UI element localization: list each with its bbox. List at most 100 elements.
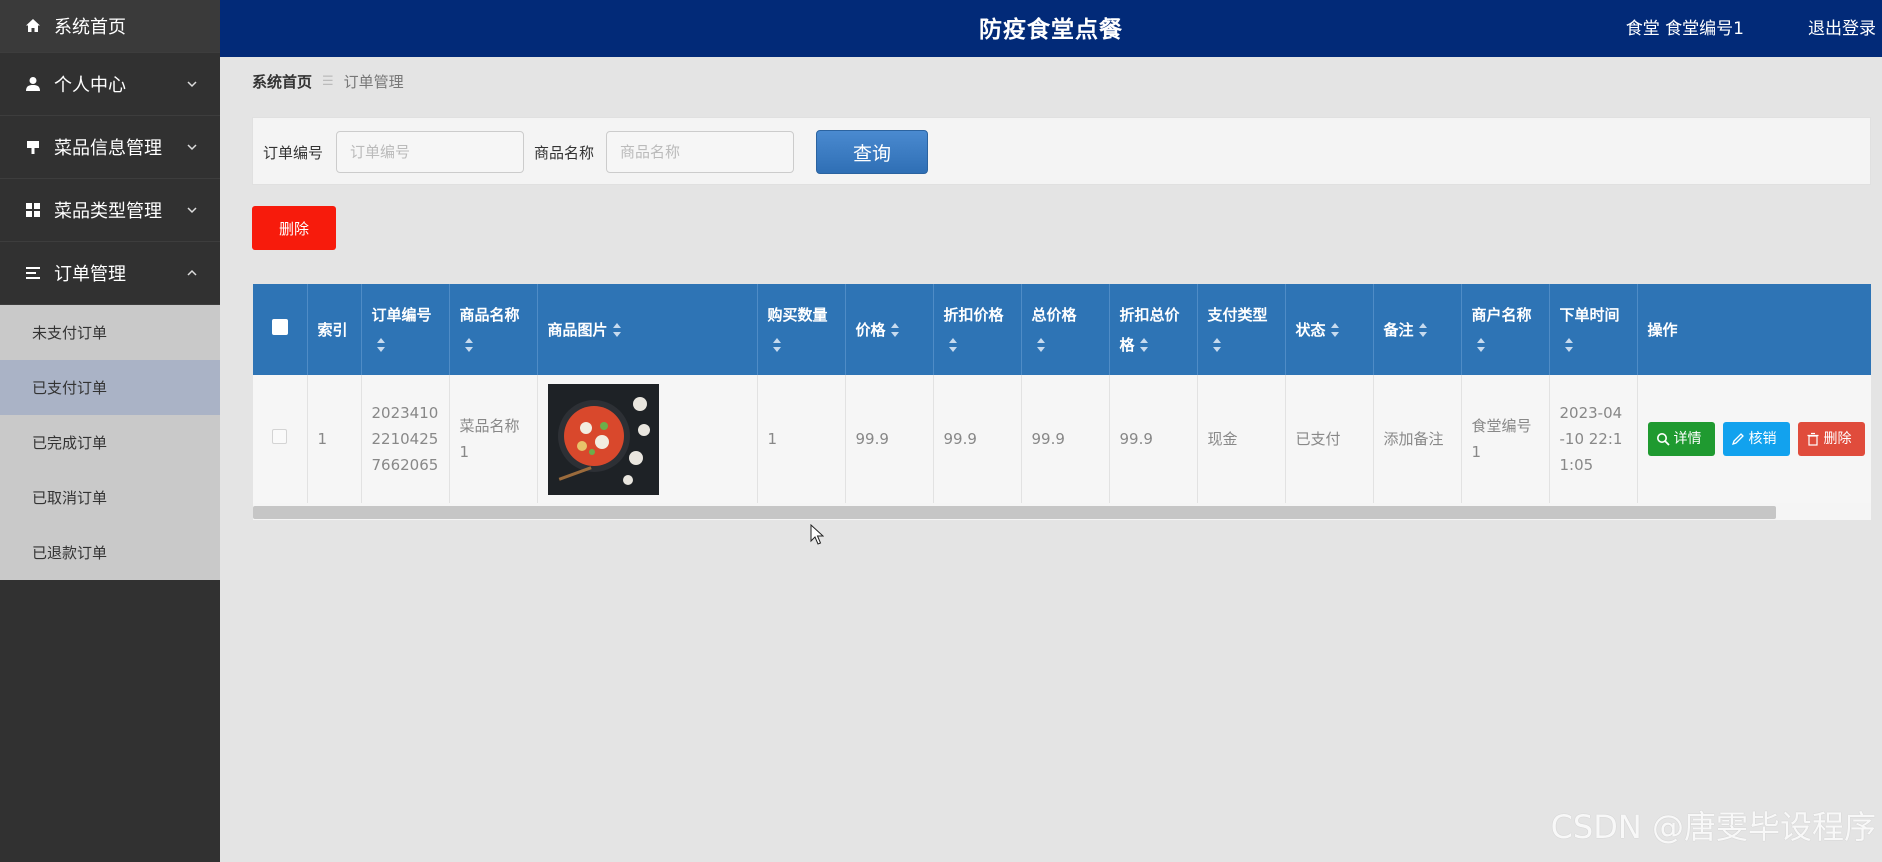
sidebar-item-dish-info[interactable]: 菜品信息管理 [0,116,220,179]
select-all-header[interactable] [253,284,308,375]
col-header-discount-price[interactable]: 折扣价格 [933,284,1022,375]
mouse-cursor-icon [810,524,824,545]
dish-photo [547,383,659,495]
orders-table: 索引 订单编号 商品名称 商品图片 购买数量 价格 折扣价格 总价格 折扣总价格… [253,284,1871,520]
col-header-price[interactable]: 价格 [845,284,934,375]
submenu-item-unpaid[interactable]: 未支付订单 [0,305,220,360]
cell-goods-name: 菜品名称1 [449,375,538,503]
edit-icon [1731,433,1744,446]
order-submenu: 未支付订单 已支付订单 已完成订单 已取消订单 已退款订单 [0,305,220,580]
cell-remark: 添加备注 [1373,375,1462,503]
sidebar-item-label: 个人中心 [54,75,126,96]
col-header-order-no[interactable]: 订单编号 [361,284,450,375]
col-header-goods-name[interactable]: 商品名称 [449,284,538,375]
watermark: CSDN @唐雯毕设程序 [1550,808,1876,846]
sidebar-item-order-management[interactable]: 订单管理 [0,242,220,305]
col-header-order-time[interactable]: 下单时间 [1549,284,1638,375]
breadcrumb: 系统首页 ☰ 订单管理 [252,71,404,92]
sidebar-item-personal-center[interactable]: 个人中心 [0,53,220,116]
cell-discount-total: 99.9 [1109,375,1198,503]
bulk-delete-button[interactable]: 删除 [252,206,336,250]
list-icon [24,264,42,282]
sort-icon[interactable] [464,338,474,352]
sort-icon[interactable] [376,338,386,352]
breadcrumb-current: 订单管理 [343,73,404,91]
sort-icon[interactable] [1418,323,1428,337]
row-checkbox[interactable] [272,429,288,444]
col-header-pay-type[interactable]: 支付类型 [1197,284,1286,375]
col-header-discount-total[interactable]: 折扣总价格 [1109,284,1198,375]
sort-icon[interactable] [948,338,958,352]
row-delete-button[interactable]: 删除 [1797,422,1865,456]
dish-icon [24,138,42,156]
row-select-cell[interactable] [253,375,308,503]
submenu-item-paid[interactable]: 已支付订单 [0,360,220,415]
horizontal-scrollbar[interactable] [253,506,1776,519]
col-header-index: 索引 [307,284,362,375]
sidebar: 系统首页 个人中心 菜品信息管理 菜品类型管理 订单管理 未支付订单 已支付订单… [0,0,220,862]
cell-order-time: 2023-04-10 22:11:05 [1549,375,1638,503]
chevron-down-icon [187,144,197,151]
user-icon [24,75,42,93]
sort-icon[interactable] [772,338,782,352]
sidebar-item-label: 系统首页 [54,17,126,38]
sort-icon[interactable] [1330,323,1340,337]
chevron-down-icon [187,207,197,214]
sort-icon[interactable] [1212,338,1222,352]
cell-merchant: 食堂编号1 [1461,375,1550,503]
select-all-checkbox[interactable] [271,318,288,335]
col-header-merchant[interactable]: 商户名称 [1461,284,1550,375]
col-header-goods-image[interactable]: 商品图片 [537,284,758,375]
home-icon [24,17,42,35]
chevron-down-icon [187,81,197,88]
grid-icon [24,201,42,219]
cell-price: 99.9 [845,375,934,503]
col-header-quantity[interactable]: 购买数量 [757,284,846,375]
sort-icon[interactable] [1564,338,1574,352]
col-header-status[interactable]: 状态 [1285,284,1374,375]
verify-button[interactable]: 核销 [1722,422,1790,456]
submenu-item-refunded[interactable]: 已退款订单 [0,525,220,580]
table-header-row: 索引 订单编号 商品名称 商品图片 购买数量 价格 折扣价格 总价格 折扣总价格… [253,284,1871,375]
goods-name-input[interactable] [606,131,794,173]
sidebar-item-label: 订单管理 [54,264,126,285]
cell-pay-type: 现金 [1197,375,1286,503]
logout-link[interactable]: 退出登录 [1808,14,1876,39]
chevron-up-icon [187,269,197,276]
col-header-remark[interactable]: 备注 [1373,284,1462,375]
cell-quantity: 1 [757,375,846,503]
current-user-label: 食堂 食堂编号1 [1625,19,1744,39]
breadcrumb-separator: ☰ [322,74,334,89]
goods-name-label: 商品名称 [534,144,595,162]
cell-total-price: 99.9 [1021,375,1110,503]
cell-discount-price: 99.9 [933,375,1022,503]
table-row: 1 20234102210425 7662065 菜品名称1 1 99.9 99… [253,375,1871,503]
sort-icon[interactable] [1036,338,1046,352]
order-no-label: 订单编号 [263,144,324,162]
submenu-item-completed[interactable]: 已完成订单 [0,415,220,470]
cell-index: 1 [307,375,362,503]
sort-icon[interactable] [1476,338,1486,352]
cell-goods-image [537,375,758,503]
col-header-total-price[interactable]: 总价格 [1021,284,1110,375]
sidebar-item-dish-type[interactable]: 菜品类型管理 [0,179,220,242]
search-panel: 订单编号 商品名称 查询 [252,117,1871,185]
cell-order-no: 20234102210425 7662065 [361,375,450,503]
search-icon [1656,433,1670,446]
submenu-item-cancelled[interactable]: 已取消订单 [0,470,220,525]
sort-icon[interactable] [612,323,622,337]
detail-button[interactable]: 详情 [1647,422,1715,456]
sort-icon[interactable] [1139,338,1149,352]
sidebar-item-label: 菜品信息管理 [54,138,162,159]
sidebar-item-label: 菜品类型管理 [54,201,162,222]
breadcrumb-home[interactable]: 系统首页 [252,71,312,92]
sort-icon[interactable] [890,323,900,337]
cell-actions: 详情 核销 删除 [1637,375,1871,503]
order-no-input[interactable] [336,131,524,173]
trash-icon [1807,432,1818,446]
col-header-actions: 操作 [1637,284,1871,375]
query-button[interactable]: 查询 [816,130,928,174]
sidebar-item-home[interactable]: 系统首页 [0,0,220,53]
top-header: 防疫食堂点餐 食堂 食堂编号1 退出登录 [220,0,1882,57]
cell-status: 已支付 [1285,375,1374,503]
